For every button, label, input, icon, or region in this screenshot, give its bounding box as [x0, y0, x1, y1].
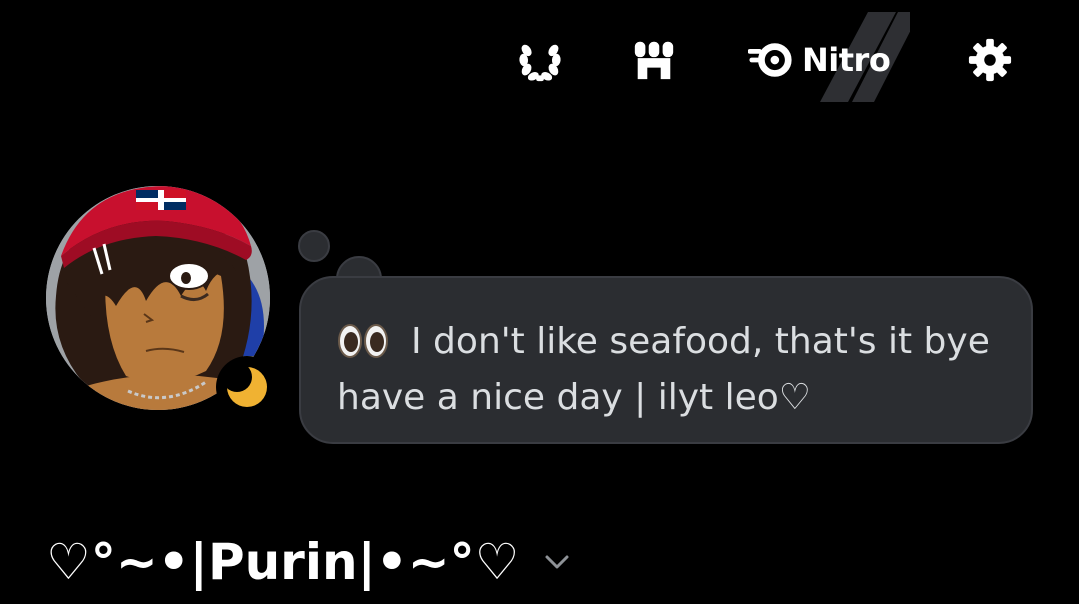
bubble-joint — [338, 278, 380, 284]
shop-svg — [634, 41, 674, 80]
display-name-text: ♡°~•|Purin|•~°♡ — [46, 533, 520, 591]
custom-status: I don't like seafood, that's it bye have… — [337, 314, 1001, 426]
custom-status-text: I don't like seafood, that's it bye have… — [337, 321, 1002, 418]
chevron-svg — [545, 555, 569, 569]
idle-status-indicator — [216, 356, 278, 418]
eyes-emoji-icon — [337, 321, 389, 361]
laurel-svg — [519, 44, 561, 82]
moon-icon — [223, 363, 267, 407]
nitro-button[interactable]: Nitro — [748, 12, 910, 102]
nitro-icon — [748, 43, 792, 77]
status-bubble-dot-small — [298, 230, 330, 262]
chevron-down-icon[interactable] — [540, 545, 574, 579]
eyes-svg — [338, 324, 388, 358]
nitro-label: Nitro — [802, 41, 891, 79]
top-bar: Nitro — [0, 0, 1079, 110]
display-name[interactable]: ♡°~•|Purin|•~°♡ — [46, 520, 574, 604]
gear-svg — [968, 38, 1012, 82]
shop-icon[interactable] — [630, 36, 678, 84]
custom-status-bubble[interactable]: I don't like seafood, that's it bye have… — [299, 276, 1033, 444]
settings-gear-icon[interactable] — [966, 36, 1014, 84]
quests-laurel-icon[interactable] — [516, 36, 564, 84]
